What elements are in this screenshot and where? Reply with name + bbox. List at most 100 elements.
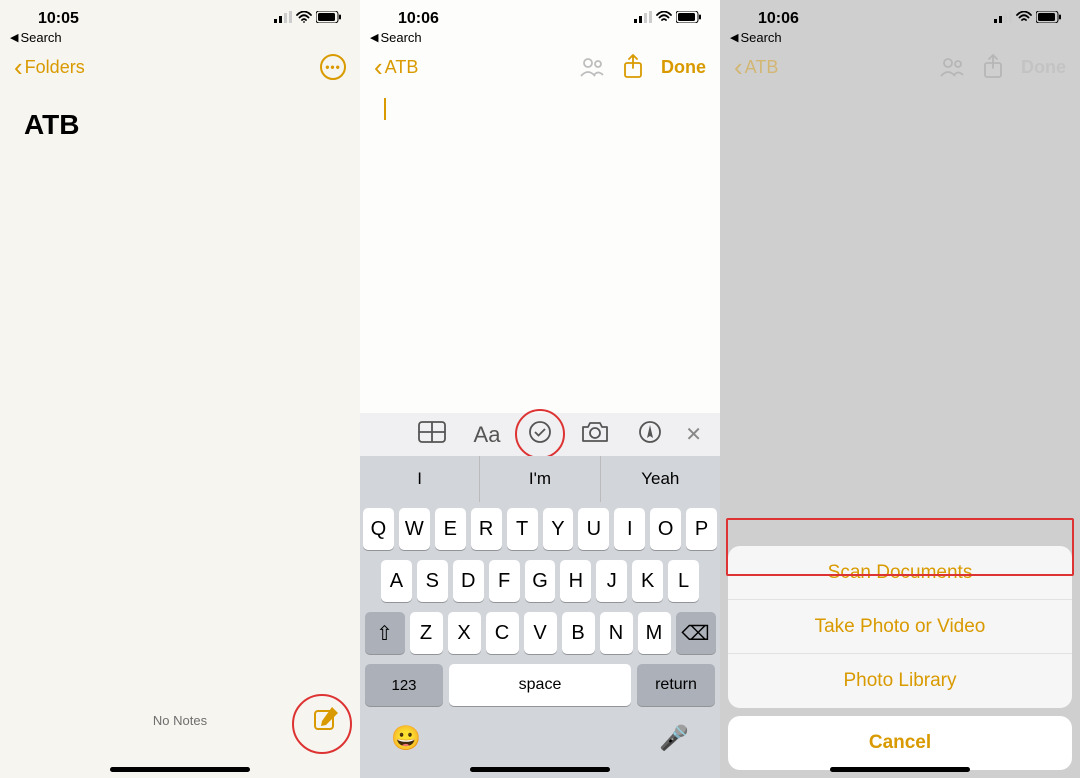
done-button: Done (1021, 57, 1066, 78)
key-s[interactable]: S (417, 560, 448, 602)
status-bar: 10:05 (0, 0, 360, 28)
backspace-key[interactable]: ⌫ (676, 612, 716, 654)
breadcrumb-label: Search (20, 30, 61, 45)
key-v[interactable]: V (524, 612, 557, 654)
key-row-4: 123 space return (363, 664, 717, 706)
battery-icon (676, 10, 702, 28)
key-o[interactable]: O (650, 508, 681, 550)
numbers-key[interactable]: 123 (365, 664, 443, 706)
shift-icon: ⇧ (376, 621, 393, 646)
key-k[interactable]: K (632, 560, 663, 602)
x-icon: ✕ (685, 424, 702, 446)
breadcrumb-search[interactable]: ◀ Search (360, 28, 720, 45)
keyboard-bottom: 😀 🎤 (363, 716, 717, 753)
cellular-icon (274, 10, 292, 28)
key-z[interactable]: Z (410, 612, 443, 654)
breadcrumb-label: Search (740, 30, 781, 45)
key-q[interactable]: Q (363, 508, 394, 550)
note-title[interactable]: ATB (0, 89, 360, 141)
breadcrumb-search: ◀ Search (720, 28, 1080, 45)
photo-library-button[interactable]: Photo Library (728, 654, 1072, 708)
take-photo-button[interactable]: Take Photo or Video (728, 600, 1072, 654)
share-button[interactable] (623, 54, 643, 80)
key-row-1: Q W E R T Y U I O P (363, 508, 717, 550)
key-p[interactable]: P (686, 508, 717, 550)
wifi-icon (1016, 10, 1032, 28)
screen-action-sheet: 10:06 ◀ Search ‹ ATB Done Scan Documents (720, 0, 1080, 778)
key-b[interactable]: B (562, 612, 595, 654)
key-l[interactable]: L (668, 560, 699, 602)
suggestion-3[interactable]: Yeah (601, 456, 720, 502)
status-time: 10:06 (758, 10, 799, 28)
key-row-3: ⇧ Z X C V B N M ⌫ (363, 612, 717, 654)
key-g[interactable]: G (525, 560, 556, 602)
key-e[interactable]: E (435, 508, 466, 550)
key-d[interactable]: D (453, 560, 484, 602)
home-indicator[interactable] (830, 767, 970, 772)
key-w[interactable]: W (399, 508, 430, 550)
key-a[interactable]: A (381, 560, 412, 602)
compose-icon (312, 705, 340, 733)
nav-bar: ‹ Folders ••• (0, 45, 360, 89)
highlight-scan (726, 518, 1074, 576)
breadcrumb-search[interactable]: ◀ Search (0, 28, 360, 45)
key-y[interactable]: Y (543, 508, 574, 550)
status-bar: 10:06 (360, 0, 720, 28)
key-n[interactable]: N (600, 612, 633, 654)
dismiss-toolbar-button[interactable]: ✕ (685, 422, 702, 447)
back-triangle-icon: ◀ (10, 31, 18, 44)
dictation-button[interactable]: 🎤 (659, 724, 689, 753)
suggestion-2[interactable]: I'm (480, 456, 600, 502)
back-button[interactable]: ‹ ATB (374, 52, 418, 83)
shift-key[interactable]: ⇧ (365, 612, 405, 654)
key-x[interactable]: X (448, 612, 481, 654)
status-icons (634, 10, 702, 28)
key-f[interactable]: F (489, 560, 520, 602)
keyboard: Q W E R T Y U I O P A S D F G H J K L ⇧ … (360, 502, 720, 778)
cancel-button[interactable]: Cancel (728, 716, 1072, 770)
wifi-icon (656, 10, 672, 28)
key-c[interactable]: C (486, 612, 519, 654)
more-button[interactable]: ••• (320, 54, 346, 80)
microphone-icon: 🎤 (659, 725, 689, 752)
table-button[interactable] (418, 421, 446, 448)
done-button[interactable]: Done (661, 57, 706, 78)
suggestion-1[interactable]: I (360, 456, 480, 502)
text-cursor (384, 98, 386, 120)
battery-icon (316, 10, 342, 28)
back-button[interactable]: ‹ Folders (14, 52, 85, 83)
wifi-icon (296, 10, 312, 28)
chevron-left-icon: ‹ (14, 52, 23, 83)
nav-bar: ‹ ATB Done (360, 45, 720, 89)
status-time: 10:05 (38, 10, 79, 28)
battery-icon (1036, 10, 1062, 28)
people-icon (939, 56, 965, 78)
camera-button[interactable] (580, 420, 610, 449)
compose-button[interactable] (312, 705, 340, 738)
key-j[interactable]: J (596, 560, 627, 602)
key-u[interactable]: U (578, 508, 609, 550)
text-format-button[interactable]: Aa (474, 422, 501, 448)
key-t[interactable]: T (507, 508, 538, 550)
space-key[interactable]: space (449, 664, 631, 706)
key-i[interactable]: I (614, 508, 645, 550)
collaborate-button[interactable] (579, 56, 605, 78)
cellular-icon (994, 10, 1012, 28)
status-bar: 10:06 (720, 0, 1080, 28)
back-label: Folders (25, 57, 85, 78)
return-key[interactable]: return (637, 664, 715, 706)
key-row-2: A S D F G H J K L (363, 560, 717, 602)
table-icon (418, 421, 446, 443)
back-label: ATB (385, 57, 419, 78)
markup-button[interactable] (638, 420, 662, 449)
share-icon (983, 54, 1003, 80)
home-indicator[interactable] (470, 767, 610, 772)
key-h[interactable]: H (560, 560, 591, 602)
people-icon (579, 56, 605, 78)
emoji-button[interactable]: 😀 (391, 724, 421, 753)
key-r[interactable]: R (471, 508, 502, 550)
home-indicator[interactable] (110, 767, 250, 772)
status-time: 10:06 (398, 10, 439, 28)
key-m[interactable]: M (638, 612, 671, 654)
status-icons (994, 10, 1062, 28)
